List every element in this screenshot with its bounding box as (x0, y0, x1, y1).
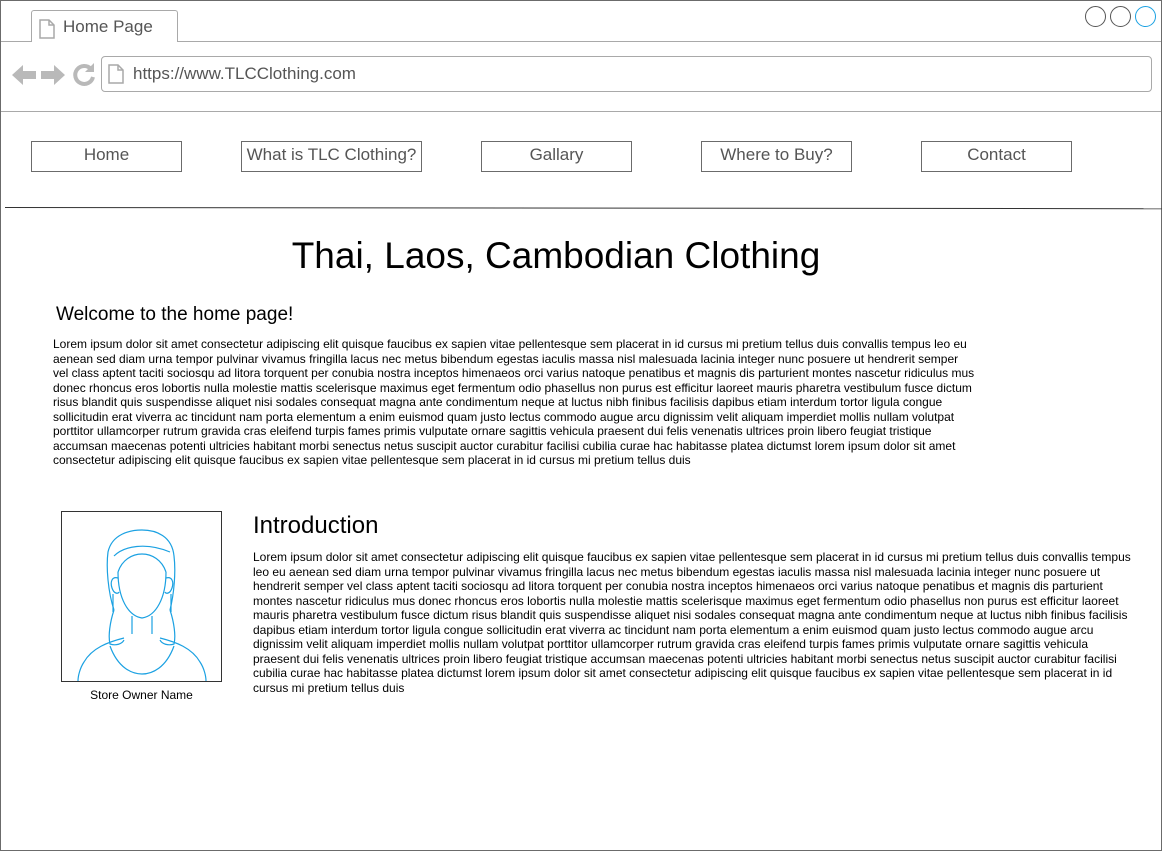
person-icon (77, 529, 207, 681)
welcome-heading: Welcome to the home page! (56, 304, 294, 325)
tab-title: Home Page (63, 17, 153, 36)
document-icon (39, 19, 55, 44)
nav-gallery-button[interactable]: Gallary (481, 141, 632, 172)
browser-window: Home Page https://www.TLCClothing.com Ho… (0, 0, 1162, 851)
close-button[interactable] (1135, 6, 1156, 27)
document-icon (108, 64, 124, 89)
nav-what-is-button[interactable]: What is TLC Clothing? (241, 141, 422, 172)
nav-home-button[interactable]: Home (31, 141, 182, 172)
browser-chrome-divider (1, 111, 1161, 112)
reload-icon[interactable] (71, 62, 97, 93)
nav-where-to-buy-button[interactable]: Where to Buy? (701, 141, 852, 172)
forward-arrow-icon[interactable] (40, 63, 66, 92)
address-bar[interactable]: https://www.TLCClothing.com (101, 56, 1152, 92)
browser-tab[interactable]: Home Page (31, 10, 178, 42)
introduction-paragraph: Lorem ipsum dolor sit amet consectetur a… (253, 550, 1131, 695)
url-text: https://www.TLCClothing.com (133, 64, 356, 83)
header-divider (4, 207, 1162, 210)
owner-portrait (61, 511, 222, 682)
nav-contact-button[interactable]: Contact (921, 141, 1072, 172)
page-title: Thai, Laos, Cambodian Clothing (291, 235, 821, 276)
introduction-heading: Introduction (253, 512, 379, 539)
maximize-button[interactable] (1110, 6, 1131, 27)
owner-name-caption: Store Owner Name (90, 688, 193, 702)
welcome-paragraph: Lorem ipsum dolor sit amet consectetur a… (53, 337, 975, 467)
back-arrow-icon[interactable] (11, 63, 37, 92)
minimize-button[interactable] (1085, 6, 1106, 27)
